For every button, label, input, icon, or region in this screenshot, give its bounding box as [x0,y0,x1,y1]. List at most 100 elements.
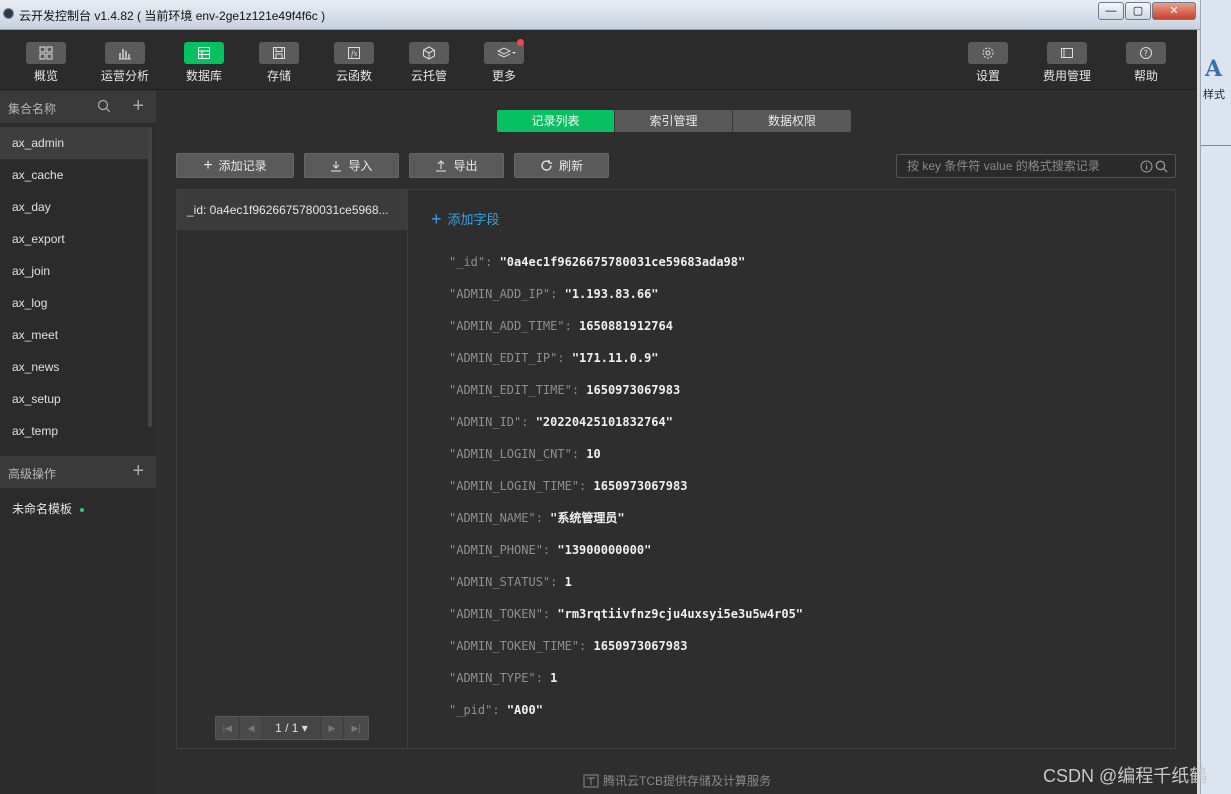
collection-item[interactable]: ax_day [0,191,150,223]
toolbar-analytics[interactable]: 运营分析 [95,42,155,84]
field-key: "ADMIN_STATUS" [449,575,551,589]
field-value: 1 [550,671,558,685]
divider [1201,145,1231,146]
collection-item[interactable]: ax_cache [0,159,150,191]
field-row[interactable]: "ADMIN_LOGIN_TIME": 1650973067983 [449,474,803,506]
collections-header: 集合名称 + [0,91,156,123]
collection-item[interactable]: ax_log [0,287,150,319]
minimize-button[interactable]: — [1098,2,1124,20]
record-search [896,154,1176,178]
field-row[interactable]: "ADMIN_ID": "20220425101832764" [449,410,803,442]
background-text: 样式 [1203,89,1225,101]
field-separator: : [579,639,594,653]
field-row[interactable]: "ADMIN_ADD_IP": "1.193.83.66" [449,282,803,314]
import-button[interactable]: 导入 [304,153,399,178]
field-value: 1650881912764 [579,319,673,333]
info-icon[interactable] [1140,160,1153,173]
toolbar-database[interactable]: 数据库 [174,42,234,84]
button-label: 导出 [453,159,478,173]
field-row[interactable]: "ADMIN_EDIT_TIME": 1650973067983 [449,378,803,410]
svg-text:?: ? [1144,49,1148,58]
field-key: "ADMIN_TYPE" [449,671,536,685]
collection-item[interactable]: ax_temp [0,415,150,447]
toolbar-help[interactable]: ? 帮助 [1116,42,1176,84]
tab-indexes[interactable]: 索引管理 [615,110,733,132]
field-key: "ADMIN_ADD_IP" [449,287,551,301]
console-app: 概览 运营分析 数据库 存储 fx 云函数 云托管 更多 设置 费用管理 ? 帮… [0,30,1197,794]
collection-item[interactable]: ax_join [0,255,150,287]
save-icon [259,42,299,64]
next-page-button[interactable]: ▶ [321,717,345,739]
refresh-button[interactable]: 刷新 [514,153,609,178]
app-icon [3,8,14,19]
collections-title: 集合名称 [8,102,57,116]
view-tabs: 记录列表 索引管理 数据权限 [497,110,851,132]
toolbar-label: 云托管 [410,69,447,83]
add-field-button[interactable]: + 添加字段 [431,209,500,228]
export-button[interactable]: 导出 [409,153,504,178]
field-value: 1650973067983 [586,383,681,397]
search-icon[interactable] [1155,160,1168,173]
last-page-button[interactable]: ▶| [344,717,368,739]
field-value: "0a4ec1f9626675780031ce59683ada98" [499,255,746,269]
add-template-icon[interactable]: + [132,459,144,483]
field-value: 1650973067983 [593,639,688,653]
page-select[interactable]: 1 / 1 ▾ [263,717,321,739]
collection-item[interactable]: ax_export [0,223,150,255]
search-input[interactable] [907,159,1132,173]
toolbar-label: 存储 [266,69,291,83]
toolbar-cloud-hosting[interactable]: 云托管 [399,42,459,84]
add-record-button[interactable]: + 添加记录 [176,153,294,178]
search-icon[interactable] [97,99,111,116]
field-row[interactable]: "ADMIN_TOKEN": "rm3rqtiivfnz9cju4uxsyi5e… [449,602,803,634]
prev-page-button[interactable]: ◀ [240,717,264,739]
footer-text: 腾讯云TCB提供存储及计算服务 [603,774,772,788]
status-dot [80,507,85,512]
field-list: "_id": "0a4ec1f9626675780031ce59683ada98… [449,250,803,730]
first-page-button[interactable]: |◀ [216,717,240,739]
collection-item[interactable]: ax_meet [0,319,150,351]
toolbar-settings[interactable]: 设置 [958,42,1018,84]
field-row[interactable]: "ADMIN_EDIT_IP": "171.11.0.9" [449,346,803,378]
plus-icon: + [203,156,213,174]
tab-permissions[interactable]: 数据权限 [733,110,851,132]
field-separator: : [535,671,551,685]
field-row[interactable]: "ADMIN_NAME": "系统管理员" [449,506,803,538]
maximize-button[interactable]: ▢ [1125,2,1151,20]
field-value: 1650973067983 [593,479,688,493]
advanced-title: 高级操作 [8,467,57,481]
collection-item[interactable]: ax_news [0,351,150,383]
field-row[interactable]: "ADMIN_LOGIN_CNT": 10 [449,442,803,474]
notification-badge [517,39,524,46]
tab-records[interactable]: 记录列表 [497,110,615,132]
toolbar-overview[interactable]: 概览 [16,42,76,84]
close-button[interactable]: ✕ [1152,2,1196,20]
collection-item[interactable]: ax_admin [0,127,150,159]
field-row[interactable]: "ADMIN_PHONE": "13900000000" [449,538,803,570]
sidebar-scrollbar[interactable] [148,127,152,427]
toolbar-cloud-functions[interactable]: fx 云函数 [324,42,384,84]
toolbar-label: 概览 [33,69,58,83]
template-label: 未命名模板 [12,502,73,516]
toolbar-more[interactable]: 更多 [474,39,534,84]
field-row[interactable]: "ADMIN_TYPE": 1 [449,666,803,698]
field-separator: : [492,703,507,717]
field-key: "ADMIN_EDIT_IP" [449,351,558,365]
field-row[interactable]: "ADMIN_ADD_TIME": 1650881912764 [449,314,803,346]
background-window: A 样式 [1200,0,1231,794]
field-row[interactable]: "ADMIN_STATUS": 1 [449,570,803,602]
toolbar-billing[interactable]: 费用管理 [1037,42,1097,84]
template-item[interactable]: 未命名模板 [12,500,85,517]
record-item[interactable]: _id: 0a4ec1f9626675780031ce5968... [177,190,407,230]
toolbar-storage[interactable]: 存储 [249,42,309,84]
field-row[interactable]: "_pid": "A00" [449,698,803,730]
field-row[interactable]: "_id": "0a4ec1f9626675780031ce59683ada98… [449,250,803,282]
add-collection-icon[interactable]: + [132,94,144,118]
field-separator: : [550,287,565,301]
field-value: "1.193.83.66" [564,287,659,301]
field-key: "_pid" [449,703,493,717]
button-label: 刷新 [558,159,583,173]
field-row[interactable]: "ADMIN_TOKEN_TIME": 1650973067983 [449,634,803,666]
function-icon: fx [334,42,374,64]
collection-item[interactable]: ax_setup [0,383,150,415]
